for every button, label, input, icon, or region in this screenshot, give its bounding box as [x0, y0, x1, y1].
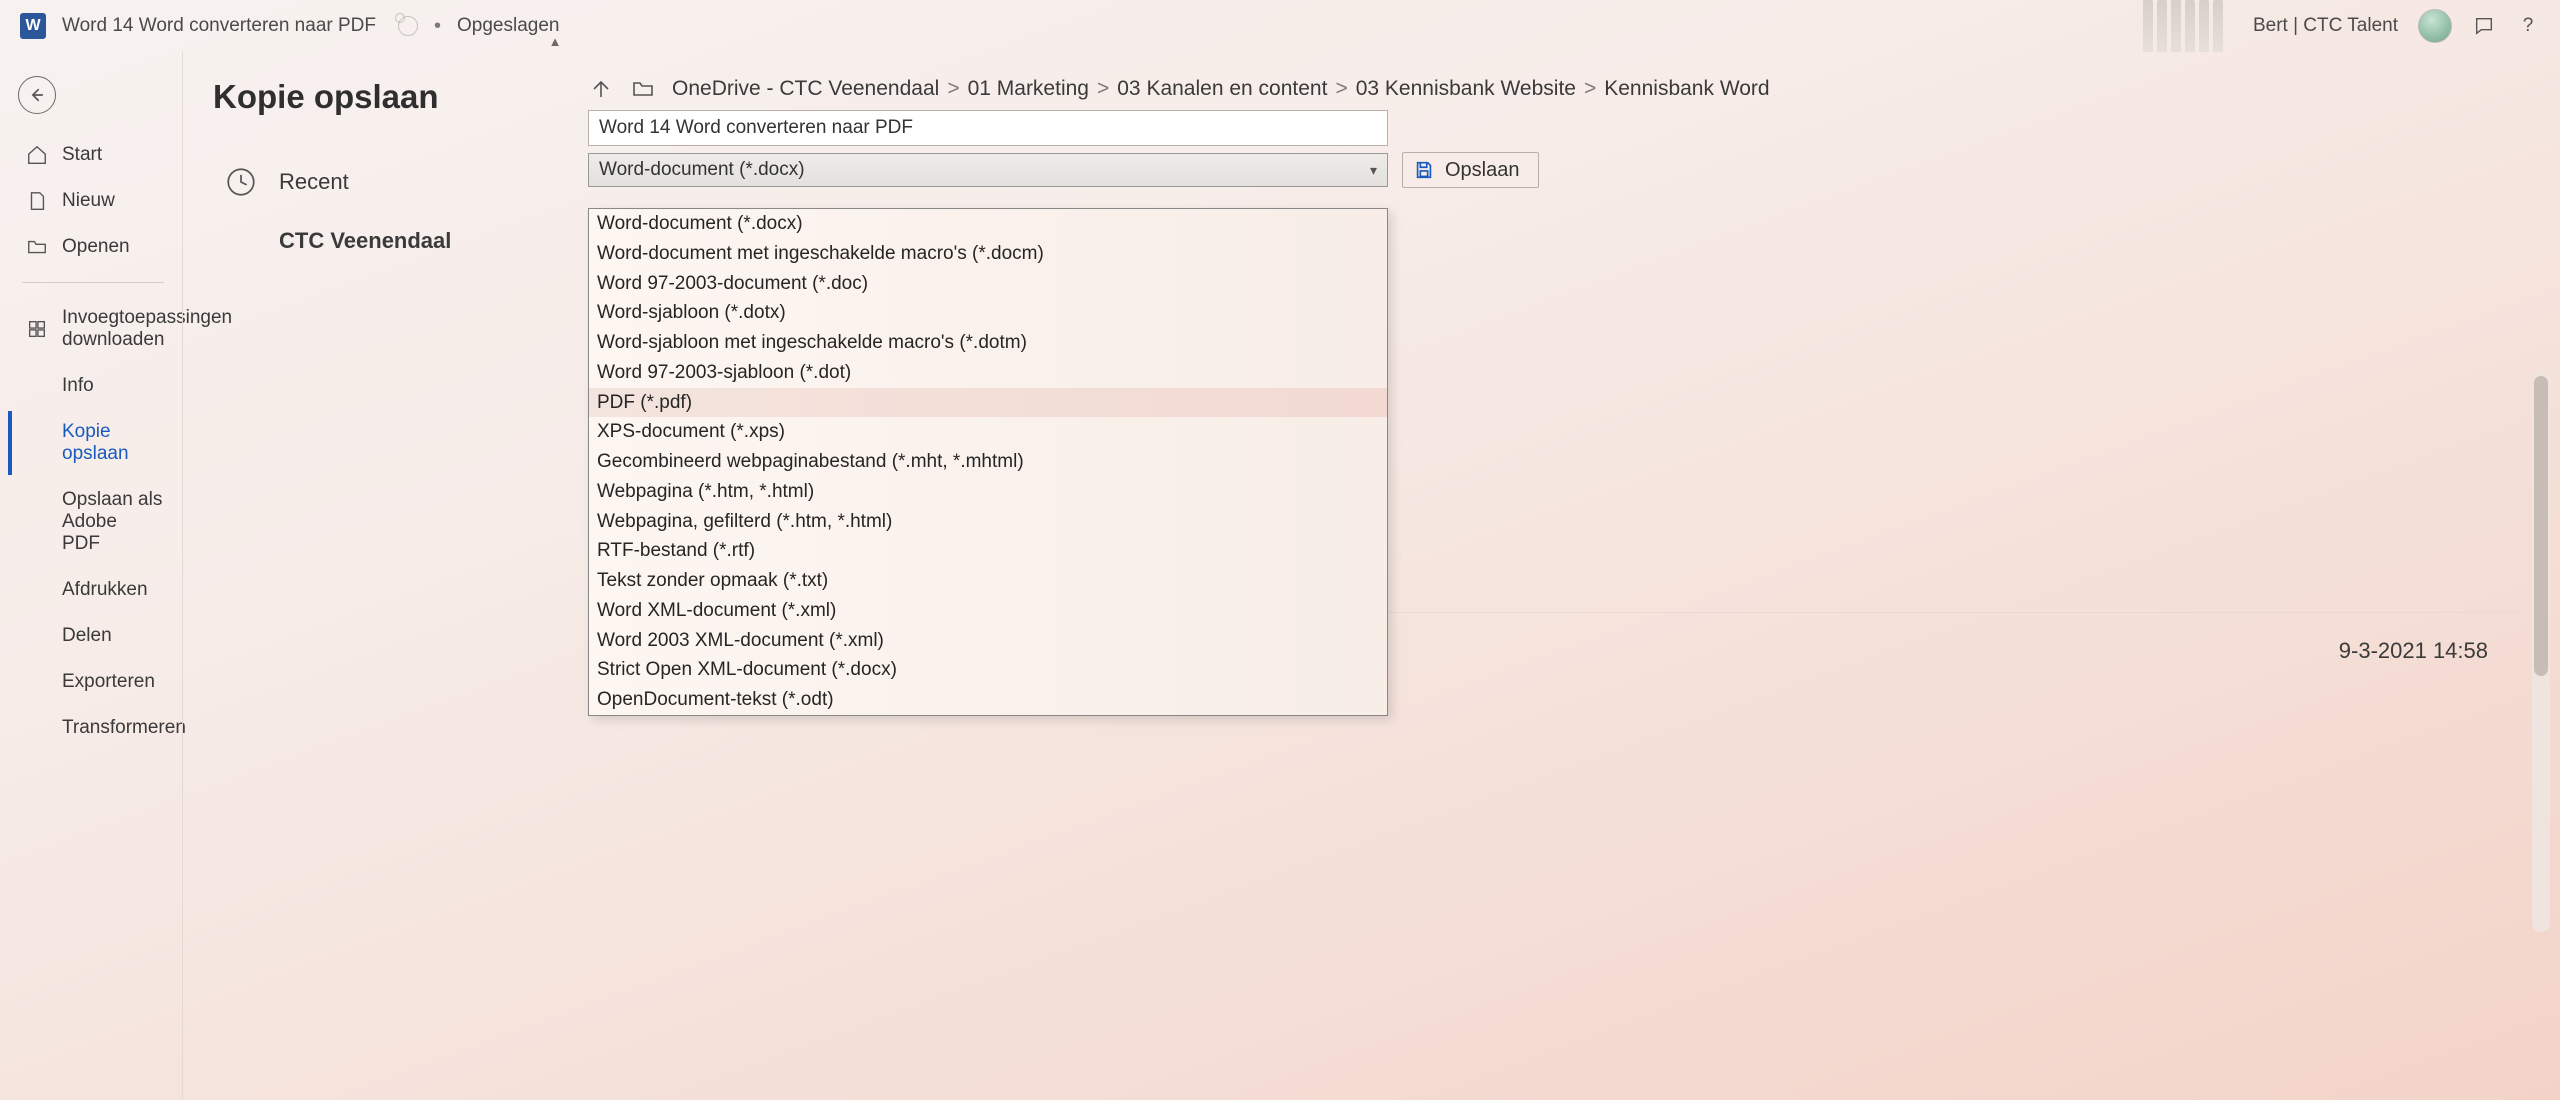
account-name[interactable]: Bert | CTC Talent — [2253, 15, 2398, 37]
backstage: Start Nieuw Openen Invoegtoepassingendow… — [0, 52, 2560, 1100]
saved-status: Opgeslagen — [457, 15, 559, 37]
type-and-save-row: Word-document (*.docx) ▾ Opslaan — [588, 152, 2530, 188]
back-button[interactable] — [18, 76, 56, 114]
file-type-select[interactable]: Word-document (*.docx) ▾ — [588, 153, 1388, 187]
nav-transform[interactable]: Transformeren — [8, 707, 178, 749]
backstage-nav: Start Nieuw Openen Invoegtoepassingendow… — [0, 52, 182, 1100]
avatar[interactable] — [2418, 9, 2452, 43]
file-type-option[interactable]: Word-sjabloon met ingeschakelde macro's … — [589, 328, 1387, 358]
save-button-label: Opslaan — [1445, 159, 1520, 182]
file-type-option[interactable]: Gecombineerd webpaginabestand (*.mht, *.… — [589, 447, 1387, 477]
nav-save-copy[interactable]: Kopie opslaan — [8, 411, 178, 475]
location-recent-label: Recent — [279, 169, 349, 195]
file-type-option[interactable]: Strict Open XML-document (*.docx) — [589, 655, 1387, 685]
document-title: Word 14 Word converteren naar PDF — [62, 15, 376, 37]
location-ctc-label: CTC Veenendaal — [279, 228, 451, 254]
nav-open-label: Openen — [62, 236, 130, 258]
nav-open[interactable]: Openen — [8, 226, 178, 268]
word-app-icon — [20, 13, 46, 39]
file-type-option[interactable]: Word-document (*.docx) — [589, 209, 1387, 239]
file-date: 9-3-2021 14:58 — [2339, 638, 2488, 664]
nav-new-label: Nieuw — [62, 190, 115, 212]
scroll-thumb[interactable] — [2534, 376, 2548, 676]
window-decoration-stripes — [2143, 0, 2223, 52]
nav-addins[interactable]: Invoegtoepassingendownloaden — [8, 297, 178, 361]
file-type-selected-label: Word-document (*.docx) — [599, 159, 805, 181]
addins-icon — [26, 318, 48, 340]
nav-new[interactable]: Nieuw — [8, 180, 178, 222]
file-type-option[interactable]: Tekst zonder opmaak (*.txt) — [589, 566, 1387, 596]
breadcrumb: OneDrive - CTC Veenendaal> 01 Marketing>… — [588, 76, 2530, 102]
folder-icon — [630, 76, 656, 102]
scroll-up-arrow[interactable]: ▲ — [546, 32, 564, 50]
location-recent[interactable]: Recent — [213, 150, 536, 214]
nav-share[interactable]: Delen — [8, 615, 178, 657]
file-type-option[interactable]: Word 2003 XML-document (*.xml) — [589, 626, 1387, 656]
nav-transform-label: Transformeren — [62, 717, 186, 739]
nav-save-copy-label: Kopie opslaan — [62, 421, 164, 465]
location-ctc[interactable]: CTC Veenendaal — [213, 214, 536, 268]
file-type-option[interactable]: Webpagina, gefilterd (*.htm, *.html) — [589, 507, 1387, 537]
file-type-option[interactable]: Word 97-2003-sjabloon (*.dot) — [589, 358, 1387, 388]
nav-export[interactable]: Exporteren — [8, 661, 178, 703]
nav-info[interactable]: Info — [8, 365, 178, 407]
nav-up-button[interactable] — [588, 76, 614, 102]
title-separator: • — [434, 15, 441, 38]
nav-info-label: Info — [62, 375, 94, 397]
file-type-option[interactable]: Word XML-document (*.xml) — [589, 596, 1387, 626]
help-icon[interactable]: ? — [2516, 14, 2540, 38]
nav-share-label: Delen — [62, 625, 112, 647]
save-button[interactable]: Opslaan — [1402, 152, 1539, 188]
scrollbar[interactable] — [2532, 372, 2550, 932]
nav-export-label: Exporteren — [62, 671, 155, 693]
file-type-option[interactable]: Word-sjabloon (*.dotx) — [589, 298, 1387, 328]
clock-icon — [223, 164, 259, 200]
locations-column: Kopie opslaan Recent CTC Veenendaal — [182, 52, 546, 1100]
page-title: Kopie opslaan — [213, 78, 536, 116]
file-type-option[interactable]: PDF (*.pdf) — [589, 388, 1387, 418]
file-type-option[interactable]: OpenDocument-tekst (*.odt) — [589, 685, 1387, 715]
folder-open-icon — [26, 236, 48, 258]
nav-save-adobe[interactable]: Opslaan als AdobePDF — [8, 479, 178, 565]
nav-save-adobe-label: Opslaan als AdobePDF — [62, 489, 164, 555]
new-doc-icon — [26, 190, 48, 212]
nav-print-label: Afdrukken — [62, 579, 148, 601]
presence-share-icon[interactable] — [398, 16, 418, 36]
file-type-option[interactable]: RTF-bestand (*.rtf) — [589, 536, 1387, 566]
file-type-option[interactable]: Webpagina (*.htm, *.html) — [589, 477, 1387, 507]
breadcrumb-path[interactable]: OneDrive - CTC Veenendaal> 01 Marketing>… — [672, 77, 1770, 101]
home-icon — [26, 144, 48, 166]
title-bar: Word 14 Word converteren naar PDF • Opge… — [0, 0, 2560, 52]
chevron-down-icon: ▾ — [1370, 162, 1377, 179]
file-type-option[interactable]: XPS-document (*.xps) — [589, 417, 1387, 447]
file-type-option[interactable]: Word 97-2003-document (*.doc) — [589, 269, 1387, 299]
nav-start[interactable]: Start — [8, 134, 178, 176]
file-type-option[interactable]: Word-document met ingeschakelde macro's … — [589, 239, 1387, 269]
save-panel: OneDrive - CTC Veenendaal> 01 Marketing>… — [546, 52, 2560, 1100]
filename-input[interactable] — [588, 110, 1388, 146]
nav-start-label: Start — [62, 144, 102, 166]
nav-divider — [22, 282, 164, 283]
title-bar-right: Bert | CTC Talent ? — [2143, 0, 2540, 52]
nav-print[interactable]: Afdrukken — [8, 569, 178, 611]
file-type-dropdown[interactable]: Word-document (*.docx)Word-document met … — [588, 208, 1388, 716]
comments-icon[interactable] — [2472, 14, 2496, 38]
